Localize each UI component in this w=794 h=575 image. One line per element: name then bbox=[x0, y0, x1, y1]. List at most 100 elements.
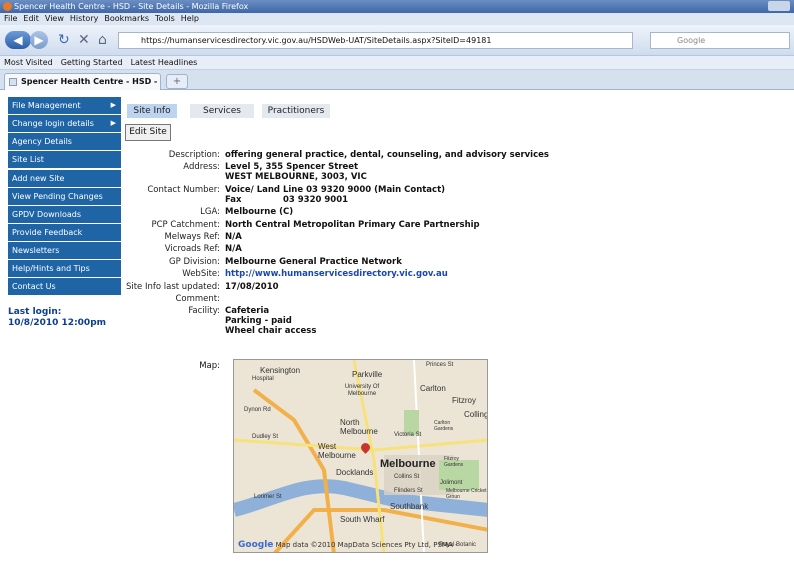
sidebar-item-help-hints-and-tips[interactable]: Help/Hints and Tips bbox=[8, 260, 121, 278]
map-place: Hospital bbox=[252, 376, 274, 382]
sidebar-item-agency-details[interactable]: Agency Details bbox=[8, 133, 121, 151]
sidebar-item-change-login-details[interactable]: Change login details ▶ bbox=[8, 115, 121, 133]
sidebar-item-view-pending-changes[interactable]: View Pending Changes bbox=[8, 187, 121, 205]
forward-button[interactable]: ▶ bbox=[30, 31, 48, 49]
map-label: Map: bbox=[199, 361, 220, 371]
location-map[interactable]: Kensington Parkville University Of Melbo… bbox=[233, 359, 488, 553]
detail-value: 17/08/2010 bbox=[225, 281, 279, 292]
map-place: Jolimont bbox=[440, 480, 463, 486]
sidebar-item-label: Site List bbox=[12, 155, 44, 165]
detail-row: LGA: Melbourne (C) bbox=[108, 207, 588, 217]
sidebar-item-add-new-site[interactable]: Add new Site bbox=[8, 169, 121, 187]
search-input[interactable]: Google bbox=[650, 32, 790, 49]
detail-row: Comment: bbox=[108, 294, 588, 304]
menu-edit[interactable]: Edit bbox=[23, 14, 39, 23]
detail-label: PCP Catchment: bbox=[151, 219, 220, 230]
browser-tab-active[interactable]: Spencer Health Centre - HSD - Site ... bbox=[4, 73, 161, 90]
back-button[interactable]: ◀ bbox=[5, 31, 31, 49]
menu-view[interactable]: View bbox=[45, 14, 64, 23]
bookmark-item[interactable]: Latest Headlines bbox=[131, 58, 198, 67]
map-place: Kensington bbox=[260, 366, 301, 375]
detail-row: GP Division: Melbourne General Practice N… bbox=[108, 257, 588, 267]
map-place: West Melbourne bbox=[318, 442, 356, 460]
map-place: Carlton Gardens bbox=[434, 420, 454, 432]
bookmarks-toolbar: Most Visited Getting Started Latest Headli… bbox=[0, 56, 794, 70]
menu-history[interactable]: History bbox=[70, 14, 98, 23]
sidebar-item-label: Help/Hints and Tips bbox=[12, 264, 90, 274]
detail-value-line: Voice/ Land Line 03 9320 9000 (Main Cont… bbox=[225, 184, 446, 195]
window-controls[interactable] bbox=[768, 1, 790, 11]
detail-label: LGA: bbox=[200, 207, 220, 218]
detail-value-line: Cafeteria bbox=[225, 306, 270, 317]
sidebar-item-contact-us[interactable]: Contact Us bbox=[8, 278, 121, 296]
firefox-icon bbox=[3, 2, 12, 11]
tab-site-info[interactable]: Site Info bbox=[127, 104, 177, 118]
chevron-right-icon: ▶ bbox=[110, 101, 116, 109]
sidebar-item-site-list[interactable]: Site List bbox=[8, 151, 121, 169]
detail-label: Contact Number: bbox=[147, 184, 220, 195]
map-attribution: Google Map data ©2010 MapData Sciences P… bbox=[238, 540, 458, 550]
bookmark-item[interactable]: Getting Started bbox=[61, 58, 123, 67]
sidebar-item-label: GPDV Downloads bbox=[12, 209, 81, 219]
detail-value: North Central Metropolitan Primary Care … bbox=[225, 219, 480, 230]
detail-row: Description: offering general practice, d… bbox=[108, 150, 588, 160]
menu-help[interactable]: Help bbox=[181, 14, 199, 23]
chevron-right-icon: ▶ bbox=[110, 119, 116, 128]
home-icon[interactable]: ⌂ bbox=[98, 32, 107, 48]
sidebar-item-file-management[interactable]: File Management ▶ bbox=[8, 97, 121, 114]
menu-tools[interactable]: Tools bbox=[155, 14, 175, 23]
reload-icon[interactable]: ↻ bbox=[58, 32, 70, 48]
map-place: Victoria St bbox=[394, 432, 422, 438]
edit-site-button[interactable]: Edit Site bbox=[125, 124, 171, 141]
map-place: Flinders St bbox=[394, 488, 423, 494]
detail-value: N/A bbox=[225, 244, 242, 255]
detail-value: Cafeteria Parking - paid Wheel chair acces… bbox=[225, 306, 316, 336]
map-place: Lorimer St bbox=[254, 494, 282, 500]
menu-bookmarks[interactable]: Bookmarks bbox=[104, 14, 149, 23]
sidebar-item-provide-feedback[interactable]: Provide Feedback bbox=[8, 223, 121, 241]
detail-label: Vicroads Ref: bbox=[164, 244, 220, 255]
map-place: Princes St bbox=[426, 362, 454, 368]
detail-row: Facility: Cafeteria Parking - paid Wheel ch… bbox=[108, 306, 588, 336]
sidebar-item-label: Agency Details bbox=[12, 137, 72, 147]
map-place: Fitzroy Gardens bbox=[444, 456, 464, 468]
sidebar-item-label: View Pending Changes bbox=[12, 191, 103, 201]
detail-value-line: Parking - paid bbox=[225, 316, 292, 327]
detail-label: Site Info last updated: bbox=[125, 281, 220, 292]
detail-value: Melbourne (C) bbox=[225, 207, 294, 218]
map-place: Collins St bbox=[394, 474, 420, 480]
map-place: Docklands bbox=[336, 468, 374, 477]
detail-value: Voice/ Land Line 03 9320 9000 (Main Cont… bbox=[225, 185, 445, 205]
browser-tab-title: Spencer Health Centre - HSD - Site ... bbox=[21, 77, 160, 86]
map-place: Southbank bbox=[390, 502, 429, 511]
last-login-label: Last login: bbox=[8, 307, 62, 318]
detail-label: Address: bbox=[183, 162, 220, 173]
detail-value: Melbourne General Practice Network bbox=[225, 256, 402, 267]
tab-services[interactable]: Services bbox=[190, 104, 254, 118]
new-tab-button[interactable]: + bbox=[166, 74, 188, 89]
url-bar[interactable]: https://humanservicesdirectory.vic.gov.a… bbox=[118, 32, 633, 49]
site-details: Description: offering general practice, d… bbox=[108, 150, 588, 339]
map-place: Fitzroy bbox=[452, 396, 476, 405]
window-title: Spencer Health Centre - HSD - Site Detai… bbox=[14, 2, 249, 11]
detail-label: Facility: bbox=[188, 306, 220, 317]
detail-row: Site Info last updated: 17/08/2010 bbox=[108, 282, 588, 292]
stop-icon[interactable]: ✕ bbox=[78, 32, 90, 48]
map-place: Dynon Rd bbox=[244, 407, 271, 413]
sidebar-item-label: Provide Feedback bbox=[12, 227, 83, 237]
detail-row: Melways Ref: N/A bbox=[108, 232, 588, 242]
detail-label: Description: bbox=[168, 150, 220, 160]
sidebar-item-newsletters[interactable]: Newsletters bbox=[8, 242, 121, 260]
map-place: South Wharf bbox=[340, 515, 385, 524]
sidebar-item-label: File Management bbox=[12, 101, 81, 110]
last-login: Last login: 10/8/2010 12:00pm bbox=[8, 307, 121, 329]
website-link[interactable]: http://www.humanservicesdirectory.vic.go… bbox=[225, 269, 448, 279]
page-favicon-icon bbox=[9, 78, 17, 86]
sidebar-item-label: Add new Site bbox=[12, 173, 65, 183]
tab-practitioners[interactable]: Practitioners bbox=[262, 104, 330, 118]
bookmark-item[interactable]: Most Visited bbox=[4, 58, 53, 67]
navigation-toolbar: ◀ ▶ ↻ ✕ ⌂ https://humanservicesdirectory… bbox=[0, 25, 794, 56]
map-place: Dudley St bbox=[252, 434, 279, 440]
sidebar-item-gpdv-downloads[interactable]: GPDV Downloads bbox=[8, 205, 121, 223]
menu-file[interactable]: File bbox=[4, 14, 17, 23]
